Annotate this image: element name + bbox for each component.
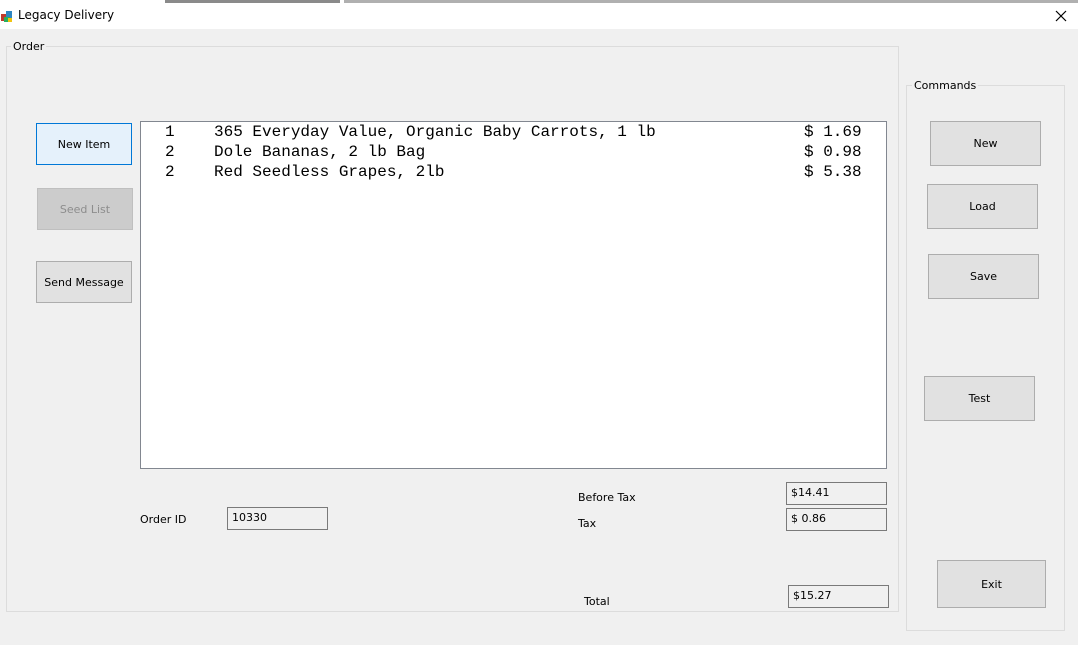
send-message-button[interactable]: Send Message [36,261,132,303]
load-button[interactable]: Load [927,184,1038,229]
close-button[interactable] [1044,3,1078,29]
item-name: Red Seedless Grapes, 2lb [214,163,445,181]
tax-label: Tax [578,517,597,530]
test-button[interactable]: Test [924,376,1035,421]
item-quantity: 2 [165,163,175,181]
seed-list-button: Seed List [37,188,133,230]
list-item[interactable]: 2 Red Seedless Grapes, 2lb $ 5.38 [141,163,886,183]
title-bar: Legacy Delivery [0,3,1078,29]
before-tax-field[interactable]: $14.41 [786,482,887,505]
exit-button[interactable]: Exit [937,560,1046,608]
item-quantity: 2 [165,143,175,161]
tax-field[interactable]: $ 0.86 [786,508,887,531]
order-id-label: Order ID [140,513,187,526]
order-id-field[interactable]: 10330 [227,507,328,530]
total-field[interactable]: $15.27 [788,585,889,608]
item-price: $ 0.98 [804,143,862,161]
item-name: 365 Everyday Value, Organic Baby Carrots… [214,123,656,141]
new-button[interactable]: New [930,121,1041,166]
window-title: Legacy Delivery [18,8,115,22]
order-group-caption: Order [11,40,47,53]
item-name: Dole Bananas, 2 lb Bag [214,143,426,161]
order-items-list[interactable]: 1 365 Everyday Value, Organic Baby Carro… [140,121,887,469]
new-item-button[interactable]: New Item [36,123,132,165]
list-item[interactable]: 2 Dole Bananas, 2 lb Bag $ 0.98 [141,143,886,163]
item-price: $ 1.69 [804,123,862,141]
commands-group-caption: Commands [912,79,979,92]
item-price: $ 5.38 [804,163,862,181]
close-icon [1055,10,1067,22]
list-item[interactable]: 1 365 Everyday Value, Organic Baby Carro… [141,123,886,143]
app-icon [0,9,14,23]
before-tax-label: Before Tax [578,491,636,504]
save-button[interactable]: Save [928,254,1039,299]
total-label: Total [584,595,610,608]
commands-group [906,85,1065,631]
item-quantity: 1 [165,123,175,141]
